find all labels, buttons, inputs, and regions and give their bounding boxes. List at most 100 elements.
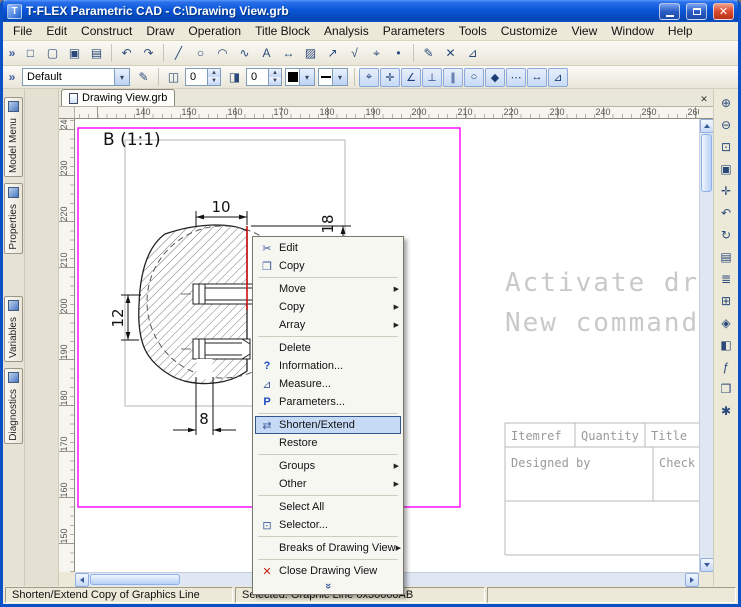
context-menu-item-copy[interactable]: ❐ Copy [255, 257, 401, 275]
context-menu-item-copy-submenu[interactable]: Copy ▶ [255, 298, 401, 316]
minimize-button[interactable] [659, 3, 680, 20]
tab-diagnostics[interactable]: Diagnostics [4, 368, 23, 445]
chevron-down-icon[interactable]: ▾ [332, 69, 347, 85]
snap-circle-toggle[interactable]: ○ [464, 68, 484, 87]
line-icon[interactable]: ╱ [168, 43, 189, 63]
hatch-icon[interactable]: ▨ [300, 43, 321, 63]
menubar-item-analysis[interactable]: Analysis [317, 22, 376, 40]
zoom-out-icon[interactable]: ⊖ [716, 115, 737, 135]
scroll-down-button[interactable] [700, 558, 714, 572]
stepper-down-icon[interactable]: ▼ [269, 77, 281, 85]
context-menu-item-delete[interactable]: Delete [255, 339, 401, 357]
dimension-icon[interactable]: ↔ [278, 43, 299, 63]
erase-icon[interactable]: ✕ [440, 43, 461, 63]
menubar-item-edit[interactable]: Edit [39, 22, 74, 40]
document-close-icon[interactable]: ✕ [697, 92, 711, 106]
menubar-item-customize[interactable]: Customize [494, 22, 565, 40]
scroll-right-button[interactable] [685, 573, 699, 587]
stepper-arrows[interactable]: ▲▼ [207, 69, 220, 85]
print-icon[interactable]: ▤ [86, 43, 107, 63]
snap-nearest-toggle[interactable]: ⋯ [506, 68, 526, 87]
redo-icon[interactable]: ↷ [138, 43, 159, 63]
new-icon[interactable]: □ [20, 43, 41, 63]
text-icon[interactable]: A [256, 43, 277, 63]
open-icon[interactable]: ▢ [42, 43, 63, 63]
arc-icon[interactable]: ◠ [212, 43, 233, 63]
context-menu-item-shorten-extend[interactable]: ⇄ Shorten/Extend [255, 416, 401, 434]
color-dropdown[interactable]: ▾ [285, 68, 315, 86]
measure-icon[interactable]: ⊿ [462, 43, 483, 63]
undo-icon[interactable]: ↶ [116, 43, 137, 63]
node-icon[interactable]: • [388, 43, 409, 63]
menubar-item-view[interactable]: View [564, 22, 604, 40]
stepper-up-icon[interactable]: ▲ [208, 69, 220, 77]
layers-icon[interactable]: ≣ [716, 269, 737, 289]
context-menu-item-restore[interactable]: Restore [255, 434, 401, 452]
toolbar-overflow-icon[interactable]: » [5, 46, 19, 60]
3d-view-icon[interactable]: ◈ [716, 313, 737, 333]
materials-icon[interactable]: ◧ [716, 335, 737, 355]
vertical-scroll-thumb[interactable] [701, 134, 712, 192]
priority-stepper[interactable]: 0 ▲▼ [246, 68, 282, 86]
snap-perpendicular-toggle[interactable]: ⊥ [422, 68, 442, 87]
context-menu-item-array[interactable]: Array ▶ [255, 316, 401, 334]
zoom-window-icon[interactable]: ⊡ [716, 137, 737, 157]
menubar-item-help[interactable]: Help [661, 22, 700, 40]
restore-button[interactable] [686, 3, 707, 20]
tab-variables[interactable]: Variables [4, 296, 23, 362]
sheets-icon[interactable]: ▤ [716, 247, 737, 267]
variables-icon[interactable]: ƒ [716, 357, 737, 377]
snap-grid-toggle[interactable]: ⌖ [359, 68, 379, 87]
roughness-icon[interactable]: √ [344, 43, 365, 63]
snap-horizontal-toggle[interactable]: ↔ [527, 68, 547, 87]
options-icon[interactable]: ✱ [716, 401, 737, 421]
context-menu-item-close-drawing-view[interactable]: ✕ Close Drawing View [255, 562, 401, 580]
previous-view-icon[interactable]: ↶ [716, 203, 737, 223]
context-menu-item-information[interactable]: ? Information... [255, 357, 401, 375]
snap-angle-toggle[interactable]: ∠ [401, 68, 421, 87]
close-button[interactable]: ✕ [713, 3, 734, 20]
context-menu-item-select-all[interactable]: Select All [255, 498, 401, 516]
menubar-item-construct[interactable]: Construct [74, 22, 139, 40]
fragments-icon[interactable]: ❒ [716, 379, 737, 399]
stepper-down-icon[interactable]: ▼ [208, 77, 220, 85]
document-tab[interactable]: Drawing View.grb [61, 89, 175, 106]
save-icon[interactable]: ▣ [64, 43, 85, 63]
scroll-left-button[interactable] [75, 573, 89, 587]
leader-icon[interactable]: ↗ [322, 43, 343, 63]
tab-properties[interactable]: Properties [4, 183, 23, 254]
toolbar-overflow-icon[interactable]: » [5, 70, 19, 84]
pen-style-icon[interactable]: ✎ [133, 67, 154, 87]
zoom-all-icon[interactable]: ▣ [716, 159, 737, 179]
menubar-item-tools[interactable]: Tools [452, 22, 494, 40]
line-thickness-stepper[interactable]: 0 ▲▼ [185, 68, 221, 86]
stepper-arrows[interactable]: ▲▼ [268, 69, 281, 85]
context-menu-item-measure[interactable]: ⊿ Measure... [255, 375, 401, 393]
style-combobox[interactable]: Default ▾ [22, 68, 130, 86]
menubar-item-draw[interactable]: Draw [139, 22, 181, 40]
menubar-item-title-block[interactable]: Title Block [248, 22, 317, 40]
menubar-item-parameters[interactable]: Parameters [376, 22, 452, 40]
pan-icon[interactable]: ✛ [716, 181, 737, 201]
sketch-icon[interactable]: ✎ [418, 43, 439, 63]
horizontal-scroll-thumb[interactable] [90, 574, 180, 585]
menubar-item-window[interactable]: Window [604, 22, 661, 40]
scroll-up-button[interactable] [700, 119, 714, 133]
circle-icon[interactable]: ○ [190, 43, 211, 63]
snap-node-toggle[interactable]: ✛ [380, 68, 400, 87]
redraw-icon[interactable]: ↻ [716, 225, 737, 245]
chevron-down-icon[interactable]: ▾ [299, 69, 314, 85]
chevron-down-icon[interactable]: ▾ [114, 69, 129, 85]
zoom-in-icon[interactable]: ⊕ [716, 93, 737, 113]
scroll-track[interactable] [700, 193, 713, 558]
linetype-dropdown[interactable]: ▾ [318, 68, 348, 86]
context-menu-item-selector[interactable]: ⊡ Selector... [255, 516, 401, 534]
snap-midpoint-toggle[interactable]: ◆ [485, 68, 505, 87]
tab-model-menu[interactable]: Model Menu [4, 97, 23, 177]
context-menu-item-other[interactable]: Other ▶ [255, 475, 401, 493]
context-menu-item-breaks-of-drawing-view[interactable]: Breaks of Drawing View ▶ [255, 539, 401, 557]
vertical-scrollbar[interactable] [699, 119, 713, 572]
axis-icon[interactable]: ⌖ [366, 43, 387, 63]
menubar-item-file[interactable]: File [6, 22, 39, 40]
menu-expand-chevron[interactable]: » [255, 580, 401, 592]
